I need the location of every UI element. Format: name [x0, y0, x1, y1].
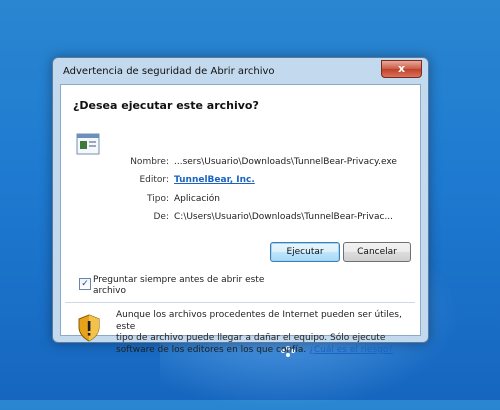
- always-ask-label-line1: Preguntar siempre antes de abrir este: [93, 275, 265, 285]
- type-label: Tipo:: [147, 194, 169, 204]
- dialog-question: ¿Desea ejecutar este archivo?: [73, 99, 259, 112]
- publisher-label: Editor:: [139, 175, 169, 185]
- dialog-content: ¿Desea ejecutar este archivo? Nombre: ..…: [60, 84, 421, 355]
- warning-line1: Aunque los archivos procedentes de Inter…: [116, 310, 402, 332]
- close-button[interactable]: x: [381, 60, 422, 78]
- run-button[interactable]: Ejecutar: [270, 242, 340, 262]
- type-value: Aplicación: [174, 194, 220, 204]
- dialog-title: Advertencia de seguridad de Abrir archiv…: [63, 66, 275, 77]
- security-warning-dialog: Advertencia de seguridad de Abrir archiv…: [52, 57, 429, 355]
- application-file-icon: [76, 133, 100, 155]
- close-icon: x: [397, 62, 406, 75]
- cancel-button[interactable]: Cancelar: [343, 242, 411, 262]
- always-ask-label-line2: archivo: [93, 286, 127, 296]
- always-ask-checkbox[interactable]: ✓: [79, 278, 91, 290]
- warning-line2: tipo de archivo puede llegar a dañar el …: [116, 333, 386, 343]
- publisher-link[interactable]: TunnelBear, Inc.: [174, 175, 255, 185]
- what-is-the-risk-link[interactable]: ¿Cuál es el riesgo?: [309, 345, 393, 355]
- from-label: De:: [153, 212, 170, 222]
- name-value: ...sers\Usuario\Downloads\TunnelBear-Pri…: [174, 157, 397, 167]
- warning-line3: software de los editores en los que conf…: [116, 344, 310, 355]
- always-ask-label[interactable]: Preguntar siempre antes de abrir este ar…: [93, 275, 268, 297]
- checkmark-icon: ✓: [81, 279, 89, 289]
- title-bar[interactable]: Advertencia de seguridad de Abrir archiv…: [53, 58, 428, 83]
- warning-shield-icon: [78, 314, 100, 342]
- divider: [65, 302, 415, 303]
- name-label: Nombre:: [130, 157, 169, 167]
- from-value: C:\Users\Usuario\Downloads\TunnelBear-Pr…: [174, 212, 393, 222]
- warning-message: Aunque los archivos procedentes de Inter…: [116, 310, 406, 356]
